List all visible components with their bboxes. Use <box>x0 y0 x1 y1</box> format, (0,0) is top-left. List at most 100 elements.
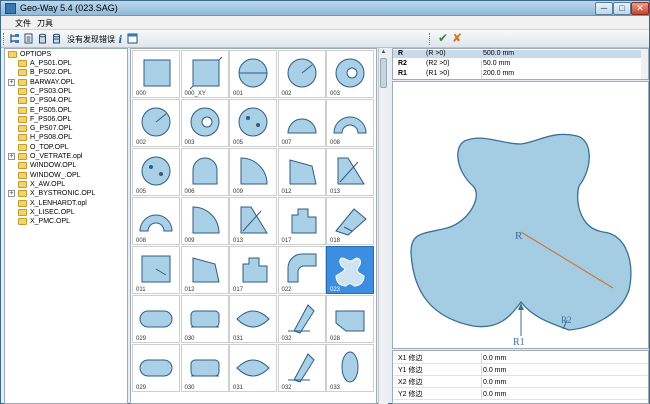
shape-thumbnail[interactable]: 029 <box>132 344 180 392</box>
tree-item[interactable]: WINDOW.OPL <box>5 161 127 170</box>
tree-item[interactable]: B_PS02.OPL <box>5 68 127 77</box>
tree-item[interactable]: + X_BYSTRONIC.OPL <box>5 189 127 198</box>
expand-icon[interactable]: + <box>8 78 15 86</box>
shape-thumbnail[interactable]: 031 <box>229 295 277 343</box>
tree-item[interactable]: O_TOP.OPL <box>5 143 127 152</box>
trim-value[interactable]: 0.0 mm <box>481 353 506 364</box>
shape-thumbnail[interactable]: 003 <box>326 50 374 98</box>
shape-thumbnail[interactable]: 005 <box>229 99 277 147</box>
gallery-scrollbar[interactable]: ▲ <box>378 48 388 404</box>
shape-thumbnail[interactable]: 030 <box>180 344 229 392</box>
window-layout-icon[interactable] <box>127 33 138 44</box>
thumbnail-label: 018 <box>330 238 341 244</box>
tree-view-icon[interactable] <box>9 33 20 44</box>
param-value[interactable]: 50.0 mm <box>481 60 647 68</box>
trim-value[interactable]: 0.0 mm <box>481 389 506 400</box>
shape-thumbnail[interactable]: 009 <box>229 148 277 196</box>
shape-thumbnail[interactable]: 031 <box>229 344 277 392</box>
document-icon[interactable] <box>23 33 34 44</box>
shape-thumbnail[interactable]: 032 <box>277 344 326 392</box>
thumbnail-label: 031 <box>233 336 244 342</box>
shape-thumbnail[interactable]: 012 <box>180 246 229 294</box>
tree-item[interactable]: X_AW.OPL <box>5 180 127 189</box>
shape-thumbnail[interactable]: 018 <box>326 197 374 245</box>
cancel-icon[interactable]: ✘ <box>452 32 462 44</box>
thumbnail-label: 009 <box>233 189 244 195</box>
shape-thumbnail[interactable]: 009 <box>180 197 229 245</box>
shape-thumbnail[interactable]: 022 <box>277 246 326 294</box>
tree-item[interactable]: G_PS07.OPL <box>5 124 127 133</box>
param-row-r2[interactable]: R2 (R2 >0) 50.0 mm <box>393 60 648 68</box>
tree-item[interactable]: A_PS01.OPL <box>5 59 127 68</box>
trim-row[interactable]: Y1 修边 0.0 mm <box>393 365 648 376</box>
tree-item[interactable]: D_PS04.OPL <box>5 96 127 105</box>
menu-file[interactable]: 文件 <box>15 18 31 29</box>
cylinder-alt-icon[interactable] <box>51 33 62 44</box>
shape-thumbnail[interactable]: 032 <box>277 295 326 343</box>
shape-thumbnail[interactable]: 003 <box>180 99 229 147</box>
tree-item[interactable]: F_PS06.OPL <box>5 115 127 124</box>
trim-row[interactable]: X1 修边 0.0 mm <box>393 353 648 364</box>
tree-item[interactable]: C_PS03.OPL <box>5 87 127 96</box>
shape-thumbnail[interactable]: 023 <box>326 246 374 294</box>
shape-thumbnail[interactable]: 017 <box>277 197 326 245</box>
shape-thumbnail[interactable]: 000_XY <box>180 50 229 98</box>
trim-row[interactable]: Y2 修边 0.0 mm <box>393 389 648 400</box>
folder-icon <box>18 143 27 151</box>
shape-gallery[interactable]: 000 000_XY 001 002 003 002 003 005 007 008 005 006 0… <box>130 48 377 404</box>
tree-root[interactable]: OPTIOPS <box>5 50 127 59</box>
shape-thumbnail[interactable]: 002 <box>277 50 326 98</box>
scroll-up-arrow-icon[interactable]: ▲ <box>379 48 388 57</box>
parameter-scrollbar[interactable] <box>641 49 648 79</box>
tree-item[interactable]: X_LISEC.OPL <box>5 208 127 217</box>
file-tree[interactable]: OPTIOPS A_PS01.OPL B_PS02.OPL + BARWAY.OPL C_… <box>4 48 128 404</box>
shape-thumbnail[interactable]: 008 <box>326 99 374 147</box>
shape-thumbnail[interactable]: 007 <box>277 99 326 147</box>
status-message: 没有发现错误 <box>67 35 115 44</box>
expand-icon[interactable]: + <box>8 190 15 198</box>
shape-thumbnail[interactable]: 006 <box>180 148 229 196</box>
shape-thumbnail[interactable]: 028 <box>326 295 374 343</box>
thumbnail-label: 012 <box>184 287 195 293</box>
shape-thumbnail[interactable]: 013 <box>229 197 277 245</box>
shape-thumbnail[interactable]: 001 <box>229 50 277 98</box>
param-row-r1[interactable]: R1 (R1 >0) 200.0 mm <box>393 70 648 78</box>
info-icon[interactable]: i <box>115 33 126 46</box>
tree-item[interactable]: X_LENHARDT.opl <box>5 199 127 208</box>
toolbar-grip-right <box>429 33 431 45</box>
confirm-icon[interactable]: ✔ <box>438 32 448 44</box>
tree-item[interactable]: H_PS08.OPL <box>5 133 127 142</box>
label-r1: R1 <box>513 337 525 348</box>
menu-tool[interactable]: 刀具 <box>37 18 53 29</box>
expand-icon[interactable]: + <box>8 153 15 160</box>
shape-thumbnail[interactable]: 030 <box>180 295 229 343</box>
scrollbar-thumb[interactable] <box>380 58 387 88</box>
thumbnail-label: 003 <box>184 140 195 146</box>
trim-row[interactable]: X2 修边 0.0 mm <box>393 377 648 388</box>
tree-item[interactable]: + BARWAY.OPL <box>5 78 127 87</box>
shape-thumbnail[interactable]: 012 <box>277 148 326 196</box>
close-button[interactable]: ✕ <box>631 2 649 15</box>
shape-thumbnail[interactable]: 029 <box>132 295 180 343</box>
shape-thumbnail[interactable]: 017 <box>229 246 277 294</box>
shape-thumbnail[interactable]: 002 <box>132 99 180 147</box>
trim-value[interactable]: 0.0 mm <box>481 365 506 376</box>
tree-item[interactable]: X_PMC.OPL <box>5 217 127 226</box>
maximize-button[interactable]: □ <box>613 2 631 15</box>
tree-item[interactable]: WINDOW_.OPL <box>5 171 127 180</box>
tree-item[interactable]: + O_VETRATE.opl <box>5 152 127 161</box>
minimize-button[interactable]: ─ <box>595 2 613 15</box>
shape-thumbnail[interactable]: 008 <box>132 197 180 245</box>
shape-thumbnail[interactable]: 013 <box>326 148 374 196</box>
trim-value[interactable]: 0.0 mm <box>481 377 506 388</box>
cylinder-icon[interactable] <box>37 33 48 44</box>
param-value[interactable]: 500.0 mm <box>481 50 647 58</box>
shape-thumbnail[interactable]: 005 <box>132 148 180 196</box>
rect-shape-icon <box>141 255 171 283</box>
shape-thumbnail[interactable]: 033 <box>326 344 374 392</box>
shape-thumbnail[interactable]: 000 <box>132 50 180 98</box>
param-row-r[interactable]: R (R >0) 500.0 mm <box>393 50 648 58</box>
tree-item[interactable]: E_PS05.OPL <box>5 106 127 115</box>
param-value[interactable]: 200.0 mm <box>481 70 647 78</box>
shape-thumbnail[interactable]: 011 <box>132 246 180 294</box>
